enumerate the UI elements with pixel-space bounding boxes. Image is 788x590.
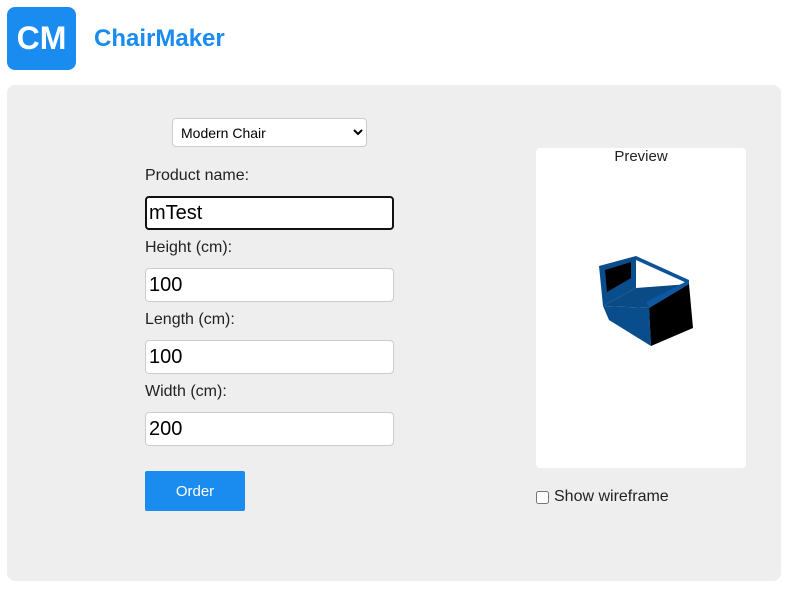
product-name-label: Product name: <box>145 167 250 184</box>
preview-title: Preview <box>614 148 668 165</box>
length-input[interactable] <box>145 340 394 374</box>
preview-canvas[interactable]: Preview <box>536 148 746 468</box>
chair-3d-model <box>599 256 693 346</box>
wireframe-toggle[interactable]: Show wireframe <box>536 488 669 506</box>
app-logo: CM <box>7 7 76 70</box>
height-label: Height (cm): <box>145 239 233 256</box>
width-input[interactable] <box>145 412 394 446</box>
app-header: CM ChairMaker <box>7 7 225 70</box>
wireframe-checkbox[interactable] <box>536 490 549 504</box>
chair-top-face <box>636 256 689 284</box>
length-label: Length (cm): <box>145 311 235 328</box>
chair-front-left-face <box>603 306 651 346</box>
app-title: ChairMaker <box>94 24 225 52</box>
width-label: Width (cm): <box>145 383 227 400</box>
product-name-input[interactable] <box>145 196 394 230</box>
order-button[interactable]: Order <box>145 471 245 511</box>
height-input[interactable] <box>145 268 394 302</box>
main-panel: Modern Chair Product name: Height (cm): … <box>7 85 781 581</box>
wireframe-label: Show wireframe <box>554 488 669 505</box>
chair-model-select[interactable]: Modern Chair <box>172 118 367 147</box>
